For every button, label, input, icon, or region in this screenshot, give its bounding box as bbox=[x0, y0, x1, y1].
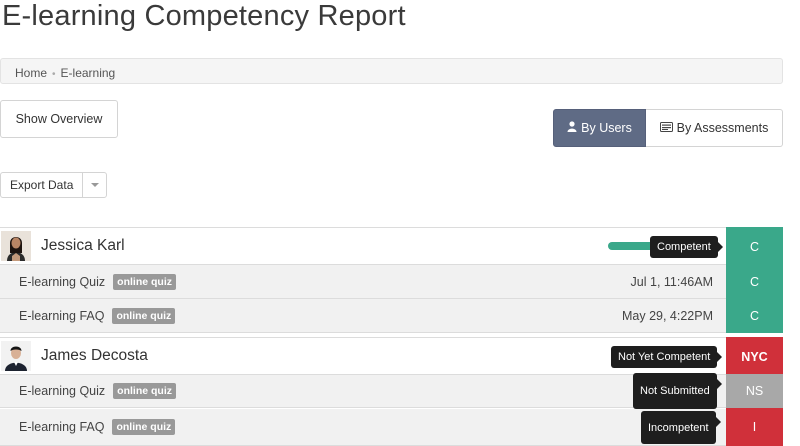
export-caret-button[interactable] bbox=[82, 172, 108, 198]
item-date: Jul 1, 11:46AM bbox=[630, 274, 713, 289]
page-title: E-learning Competency Report bbox=[2, 0, 406, 32]
status-badge[interactable]: C bbox=[726, 298, 783, 333]
by-users-button[interactable]: By Users bbox=[553, 109, 646, 147]
status-tooltip: Competent bbox=[650, 236, 723, 258]
item-type-badge: online quiz bbox=[112, 419, 176, 435]
assessment-icon bbox=[659, 121, 673, 135]
item-row[interactable]: E-learning Quiz online quiz Not Submitted… bbox=[0, 373, 783, 409]
export-dropdown: Export Data bbox=[0, 172, 108, 198]
item-name: E-learning Quiz bbox=[19, 384, 106, 398]
item-type-badge: online quiz bbox=[113, 273, 176, 290]
by-users-label: By Users bbox=[581, 121, 632, 135]
status-tooltip: Incompetent bbox=[641, 411, 721, 444]
status-badge[interactable]: C bbox=[726, 227, 783, 266]
item-name: E-learning Quiz bbox=[19, 274, 106, 289]
status-badge[interactable]: NYC bbox=[726, 337, 783, 376]
user-row-jessica[interactable]: Jessica Karl Competent C bbox=[0, 227, 783, 266]
user-name: James Decosta bbox=[41, 347, 148, 364]
item-name: E-learning FAQ bbox=[19, 308, 105, 323]
status-badge[interactable]: C bbox=[726, 264, 783, 299]
avatar bbox=[1, 231, 31, 261]
item-type-badge: online quiz bbox=[112, 307, 176, 324]
item-row[interactable]: E-learning FAQ online quiz May 29, 4:22PM… bbox=[0, 298, 783, 333]
by-assessments-label: By Assessments bbox=[676, 121, 769, 135]
breadcrumb-separator: • bbox=[52, 69, 56, 80]
export-data-button[interactable]: Export Data bbox=[0, 172, 84, 198]
status-tooltip: Not Submitted bbox=[633, 373, 722, 409]
item-row[interactable]: E-learning FAQonline quiz Ma Incompetent… bbox=[0, 408, 783, 446]
breadcrumb: Home • E-learning bbox=[0, 58, 783, 84]
user-row-james[interactable]: James Decosta Not Yet Competent NYC bbox=[0, 337, 783, 376]
show-overview-button[interactable]: Show Overview bbox=[0, 100, 118, 138]
item-date: May 29, 4:22PM bbox=[621, 308, 713, 323]
by-assessments-button[interactable]: By Assessments bbox=[646, 109, 783, 147]
chevron-down-icon bbox=[90, 183, 99, 187]
avatar bbox=[1, 341, 31, 371]
status-badge[interactable]: NS bbox=[726, 374, 783, 408]
user-icon bbox=[567, 121, 577, 135]
item-name: E-learning FAQ bbox=[19, 420, 105, 434]
status-tooltip: Not Yet Competent bbox=[611, 346, 723, 368]
status-badge[interactable]: I bbox=[726, 408, 783, 446]
view-toggle: By Users By Assessments bbox=[553, 109, 783, 147]
breadcrumb-home[interactable]: Home bbox=[15, 66, 47, 80]
item-row[interactable]: E-learning Quiz online quiz Jul 1, 11:46A… bbox=[0, 264, 783, 299]
user-name: Jessica Karl bbox=[41, 237, 125, 254]
breadcrumb-elearning[interactable]: E-learning bbox=[61, 66, 116, 80]
item-type-badge: online quiz bbox=[113, 383, 176, 399]
